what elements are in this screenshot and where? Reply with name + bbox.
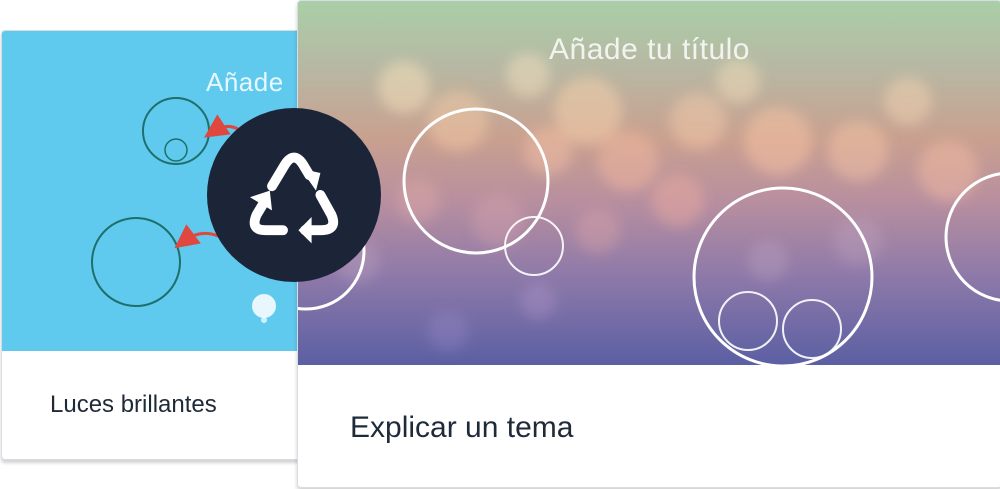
recycle-icon	[249, 152, 339, 244]
template-gallery: Añade Luces brillantes Añade tu título E…	[0, 0, 1000, 489]
topic-circle	[142, 97, 210, 165]
template-name: Explicar un tema	[350, 411, 574, 444]
connector-arrow	[174, 224, 219, 249]
topic-circle	[91, 217, 181, 307]
thumbnail-title: Añade tu título	[549, 33, 750, 66]
subtopic-circle	[164, 138, 188, 162]
light-dot	[261, 317, 267, 323]
subtopic-circle	[718, 291, 778, 351]
light-dot	[252, 294, 276, 318]
template-name: Luces brillantes	[50, 391, 217, 418]
template-thumbnail[interactable]: Añade tu título	[298, 1, 1000, 365]
bokeh-lights	[336, 53, 978, 351]
topic-circle	[692, 186, 874, 365]
subtopic-circle	[782, 299, 842, 359]
swap-template-button[interactable]	[207, 108, 381, 282]
template-card-explicar-un-tema[interactable]: Añade tu título Explicar un tema	[297, 0, 1000, 488]
